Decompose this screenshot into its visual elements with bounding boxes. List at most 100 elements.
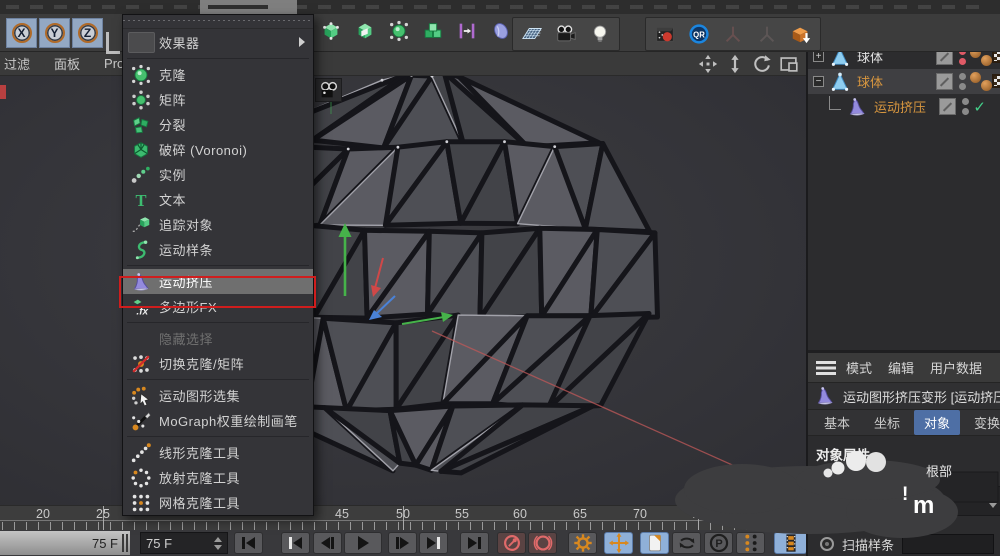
tab-0[interactable]: 基本	[814, 410, 860, 435]
spline-joint-icon[interactable]	[454, 17, 480, 45]
menu-item-instance[interactable]: 实例	[123, 162, 313, 187]
current-frame-field[interactable]: 75 F	[140, 532, 228, 554]
loop-button[interactable]	[672, 532, 701, 554]
coordinate-arrow-icon[interactable]	[106, 32, 120, 54]
visibility-dots[interactable]	[959, 73, 966, 90]
sweep-icon[interactable]	[352, 17, 378, 45]
menu-item-grid-clone[interactable]: 网格克隆工具	[123, 490, 313, 515]
dot-grid-button[interactable]	[736, 532, 765, 554]
move-tool-button[interactable]	[604, 532, 633, 554]
menu-item-label: 矩阵	[159, 90, 186, 109]
cube-icon[interactable]	[318, 17, 344, 45]
object-row-2[interactable]: 运动挤压 ✓	[808, 94, 1000, 119]
tab-2[interactable]: 对象	[914, 410, 960, 435]
value-spinner[interactable]	[989, 495, 997, 508]
enabled-check-icon[interactable]: ✓	[973, 98, 986, 116]
rotate-icon[interactable]	[751, 53, 771, 73]
menu-item-linear-clone[interactable]: 线形克隆工具	[123, 440, 313, 465]
viewport[interactable]: 过滤面板ProRender 网格间距 : 10	[0, 52, 806, 505]
radio-icon[interactable]	[820, 537, 834, 551]
menu-item-tracer[interactable]: 追踪对象	[123, 212, 313, 237]
attr-menu-0[interactable]: 模式	[846, 358, 872, 377]
tab-1[interactable]: 坐标	[864, 410, 910, 435]
auto-key-button[interactable]	[528, 532, 557, 554]
menu-item-voronoi[interactable]: 破碎 (Voronoi)	[123, 137, 313, 162]
prev-frame-button[interactable]	[313, 532, 342, 554]
viewport-menu-0[interactable]: 过滤	[4, 54, 30, 73]
record-position-button[interactable]	[497, 532, 526, 554]
fracture-icon	[123, 114, 159, 136]
collapse-icon[interactable]: −	[813, 76, 824, 87]
prev-key-button[interactable]	[281, 532, 310, 554]
object-tags[interactable]	[970, 69, 1000, 94]
menu-item-radial-clone[interactable]: 放射克隆工具	[123, 465, 313, 490]
menu-item-effector[interactable]: 效果器	[123, 29, 313, 55]
menu-item-mospline[interactable]: 运动样条	[123, 237, 313, 262]
viewport-menu-1[interactable]: 面板	[54, 54, 80, 73]
hamburger-icon[interactable]	[816, 361, 836, 375]
menu-item-motext[interactable]: T文本	[123, 187, 313, 212]
layer-toggle[interactable]	[939, 98, 956, 115]
axis-lock-x-button[interactable]: X	[6, 18, 37, 48]
object-label: 运动挤压	[874, 97, 926, 116]
menu-item-label: 线形克隆工具	[159, 443, 240, 462]
frame-spinner[interactable]	[214, 537, 222, 550]
attr-menu-2[interactable]: 用户数据	[930, 358, 982, 377]
menu-item-matrix[interactable]: 矩阵	[123, 87, 313, 112]
array-icon[interactable]	[420, 17, 446, 45]
light-icon[interactable]	[587, 20, 613, 48]
skip-start-button[interactable]	[234, 532, 263, 554]
keyframe-doc-button[interactable]	[640, 532, 669, 554]
next-key-button[interactable]	[419, 532, 448, 554]
menu-item-fracture[interactable]: 分裂	[123, 112, 313, 137]
gear-button[interactable]	[568, 532, 597, 554]
dolly-icon[interactable]	[724, 53, 744, 73]
viewport-nav-icons	[697, 53, 798, 73]
menubar-open-item[interactable]	[200, 0, 297, 14]
content-cube-icon[interactable]	[788, 20, 814, 48]
menu-item-cloner[interactable]: 克隆	[123, 62, 313, 87]
menu-item-label: 隐藏选择	[159, 329, 213, 348]
cloner-icon[interactable]	[386, 17, 412, 45]
filmstrip-button[interactable]	[774, 532, 807, 554]
viewport-camera-icon[interactable]	[315, 78, 342, 102]
layer-toggle[interactable]	[936, 73, 953, 90]
spline-icon[interactable]	[488, 17, 514, 45]
next-frame-button[interactable]	[388, 532, 417, 554]
menu-item-motion-extrude[interactable]: 运动挤压	[123, 269, 313, 294]
expand-icon[interactable]: +	[813, 51, 824, 62]
attribute-tabs: 基本坐标对象变换	[808, 410, 1000, 436]
attribute-value-field[interactable]	[898, 486, 1000, 516]
object-row-1[interactable]: −球体	[808, 69, 1000, 94]
menu-tearoff-strip[interactable]	[123, 15, 313, 29]
scan-spline-field[interactable]	[902, 534, 994, 554]
attr-menu-1[interactable]: 编辑	[888, 358, 914, 377]
menu-item-weight-brush[interactable]: MoGraph权重绘制画笔	[123, 408, 313, 433]
axis-lock-y-button[interactable]: Y	[39, 18, 70, 48]
visibility-dots[interactable]	[962, 98, 969, 115]
qr-code-icon[interactable]: QR	[686, 20, 712, 48]
maximize-icon[interactable]	[778, 53, 798, 73]
timeline-ruler[interactable]: 0 F 202545505560657075	[0, 505, 806, 530]
frame-zero-field[interactable]: 0 F	[757, 506, 803, 531]
ghost-axis-2-icon[interactable]	[754, 20, 780, 48]
floor-icon[interactable]	[519, 20, 545, 48]
parent-button[interactable]: P	[704, 532, 733, 554]
viewport-canvas[interactable]	[0, 52, 806, 505]
skip-end-button[interactable]	[460, 532, 489, 554]
range-slider-handle[interactable]	[122, 534, 128, 552]
render-clip-icon[interactable]	[652, 20, 678, 48]
menu-item-swap-clone[interactable]: 切换克隆/矩阵	[123, 351, 313, 376]
menu-item-polyfx[interactable]: .fx多边形FX	[123, 294, 313, 319]
ghost-axis-icon[interactable]	[720, 20, 746, 48]
play-button[interactable]	[344, 532, 382, 554]
axis-lock-z-button[interactable]: Z	[72, 18, 103, 48]
pan-icon[interactable]	[697, 53, 717, 73]
object-manager-tree: +球体−球体运动挤压✓	[808, 44, 1000, 119]
motion-extrude-icon	[814, 385, 836, 407]
timeline-range-slider[interactable]: 75 F	[0, 531, 130, 555]
camera-icon[interactable]	[553, 20, 579, 48]
tab-3[interactable]: 变换	[964, 410, 1000, 435]
menu-item-mograph-selection[interactable]: 运动图形选集	[123, 383, 313, 408]
menu-bar[interactable]	[0, 0, 1000, 14]
